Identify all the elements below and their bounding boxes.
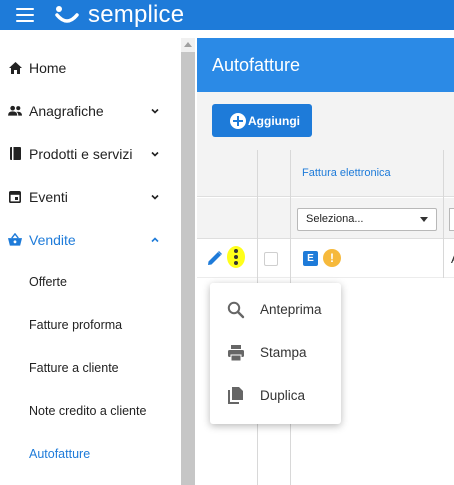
sidebar-subitem-autofatture[interactable]: Autofatture [29, 444, 90, 464]
more-actions-icon[interactable] [227, 246, 245, 268]
logo[interactable]: semplice [54, 0, 184, 30]
page-title: Autofatture [212, 55, 301, 75]
menu-item-label: Stampa [260, 345, 307, 360]
sidebar-item-label: Prodotti e servizi [29, 145, 133, 162]
filter-select-next[interactable] [449, 208, 454, 231]
column-header-fattura-elettronica[interactable]: Fattura elettronica [302, 167, 391, 179]
sidebar: Home Anagrafiche Prodotti e servizi Even… [0, 38, 181, 485]
scrollbar-thumb[interactable] [181, 52, 195, 485]
toolbar: Aggiungi [197, 92, 454, 150]
row-checkbox[interactable] [264, 252, 278, 266]
sidebar-subitem-offerte[interactable]: Offerte [29, 272, 67, 292]
print-icon [228, 344, 244, 361]
logo-icon [55, 6, 79, 23]
sidebar-subitem-fatture-cliente[interactable]: Fatture a cliente [29, 358, 119, 378]
sidebar-item-vendite[interactable]: Vendite [0, 218, 181, 261]
sidebar-item-eventi[interactable]: Eventi [0, 175, 181, 218]
add-button-label: Aggiungi [248, 113, 300, 128]
filter-select[interactable]: Seleziona... [297, 208, 437, 231]
brand-name: semplice [88, 1, 185, 28]
grid-filter-row: Seleziona... [197, 198, 454, 239]
e-invoice-badge: E [303, 251, 318, 266]
add-button[interactable]: Aggiungi [212, 104, 312, 137]
caret-down-icon [420, 217, 428, 222]
top-bar: semplice [0, 0, 454, 30]
row-actions-menu: Anteprima Stampa Duplica [210, 283, 341, 424]
chevron-up-icon [151, 236, 159, 242]
warning-icon[interactable]: ! [323, 249, 341, 267]
sidebar-item-anagrafiche[interactable]: Anagrafiche [0, 89, 181, 132]
menu-item-stampa[interactable]: Stampa [210, 331, 341, 374]
book-icon [8, 147, 22, 161]
search-icon [227, 301, 245, 318]
filter-select-value: Seleziona... [306, 213, 364, 225]
calendar-icon [8, 190, 22, 204]
table-row[interactable]: E ! A [197, 240, 454, 278]
sidebar-subitem-fatture-proforma[interactable]: Fatture proforma [29, 315, 122, 335]
grid-header: Fattura elettronica [197, 150, 454, 197]
column-divider [443, 150, 444, 278]
menu-item-anteprima[interactable]: Anteprima [210, 288, 341, 331]
plus-icon [230, 112, 246, 129]
home-icon [8, 61, 22, 75]
chevron-down-icon [151, 194, 159, 200]
sidebar-scrollbar[interactable] [181, 38, 195, 485]
edit-icon[interactable] [207, 250, 223, 266]
copy-icon [228, 386, 243, 404]
sidebar-item-label: Anagrafiche [29, 102, 104, 119]
menu-item-label: Anteprima [260, 302, 322, 317]
chevron-down-icon [151, 108, 159, 114]
menu-item-duplica[interactable]: Duplica [210, 374, 341, 417]
sidebar-item-label: Eventi [29, 188, 68, 205]
page-header: Autofatture [197, 38, 454, 92]
sidebar-item-label: Home [29, 59, 67, 76]
scroll-up-icon[interactable] [184, 42, 192, 47]
sidebar-item-home[interactable]: Home [0, 46, 181, 89]
sidebar-subitem-note-credito[interactable]: Note credito a cliente [29, 401, 146, 421]
sidebar-item-label: Vendite [29, 231, 76, 248]
people-icon [8, 104, 22, 118]
menu-icon[interactable] [16, 8, 34, 22]
sidebar-item-prodotti[interactable]: Prodotti e servizi [0, 132, 181, 175]
chevron-down-icon [151, 151, 159, 157]
menu-item-label: Duplica [260, 388, 306, 403]
basket-icon [8, 233, 22, 247]
